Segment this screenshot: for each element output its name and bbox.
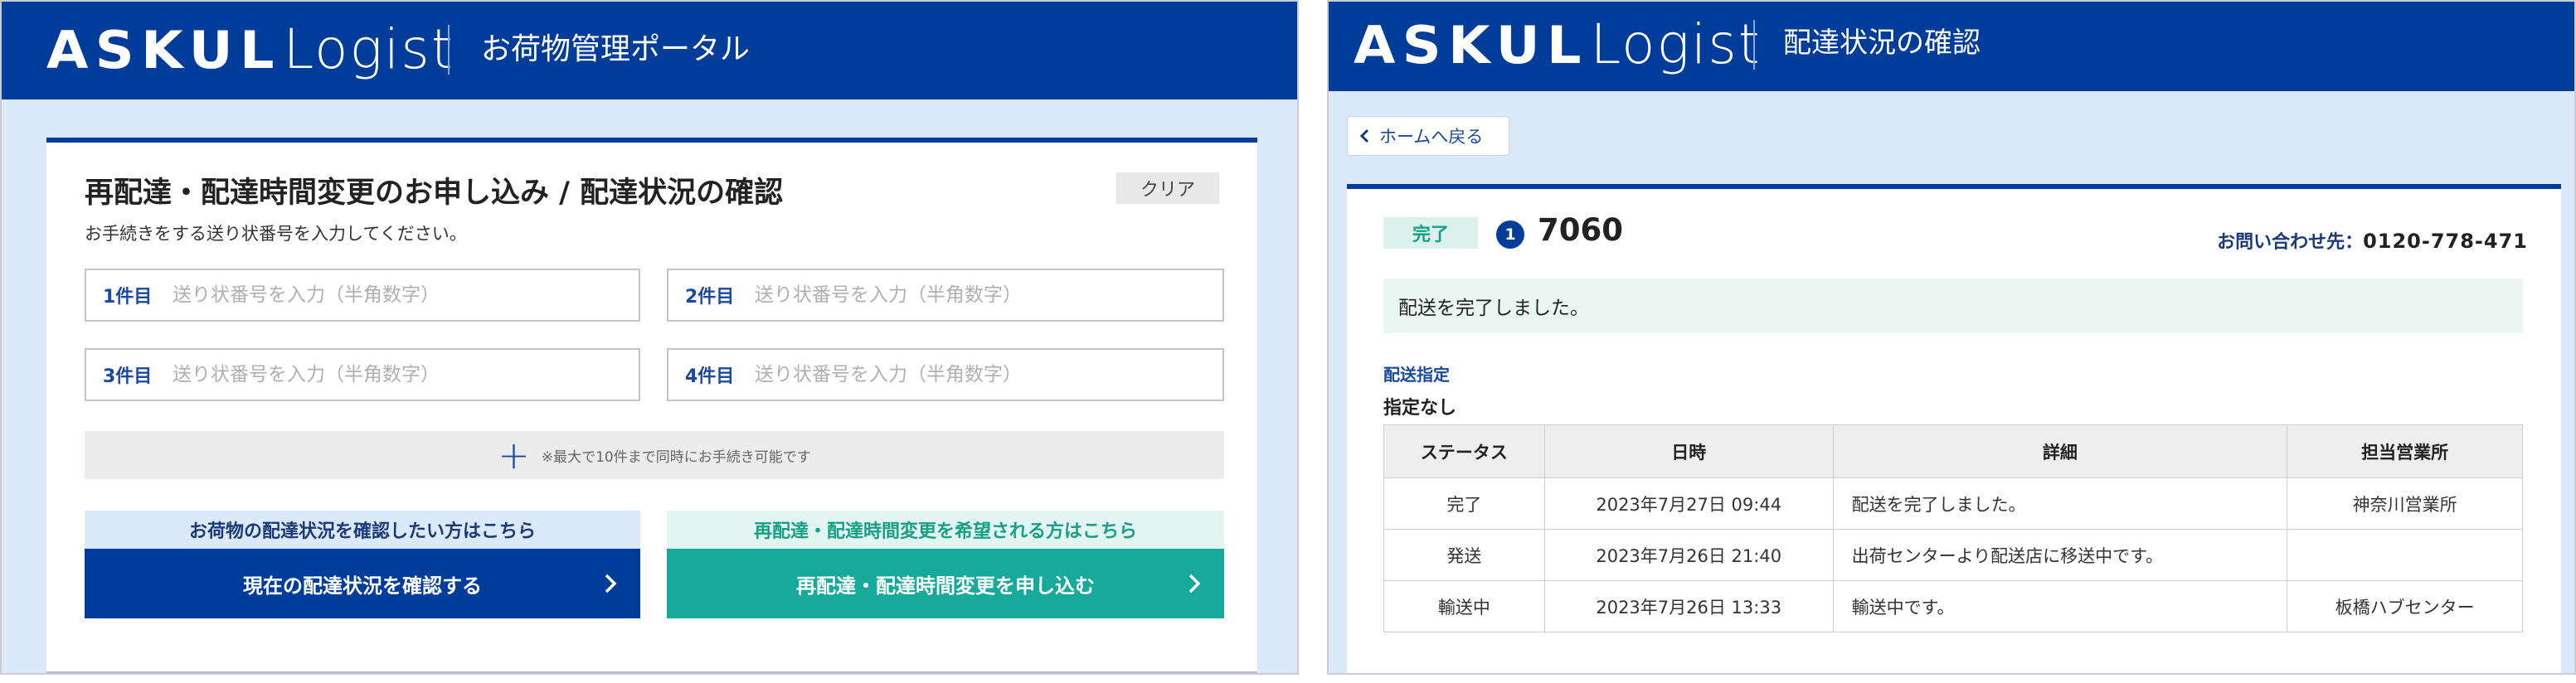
field-label-3: 3件目	[103, 366, 153, 387]
askul-logist-logo[interactable]: ASKUL Logist	[46, 17, 454, 83]
status-message: 配送を完了しました。	[1383, 279, 2523, 333]
logo-askul-text: ASKUL	[1354, 15, 1588, 75]
redeliver-cta-heading: 再配達・配達時間変更を希望される方はこちら	[667, 511, 1224, 549]
header-divider	[1753, 20, 1755, 70]
contact-phone[interactable]: 0120-778-471	[2363, 230, 2528, 253]
contact-label: お問い合わせ先：	[2217, 232, 2364, 253]
column-header: 詳細	[1832, 424, 2288, 478]
portal-home-panel: ASKUL Logist お荷物管理ポータル 再配達・配達時間変更のお申し込み …	[0, 0, 1299, 675]
column-header: 日時	[1543, 424, 1834, 478]
add-field-note: ※最大で10件まで同時にお手続き可能です	[541, 448, 811, 466]
card-bottom-rule	[46, 671, 1257, 673]
status-detail-card: 完了 1 7060 お問い合わせ先：0120-778-471 配送を完了しました…	[1347, 184, 2561, 673]
status-cell: 完了	[1383, 477, 1545, 530]
add-field-button[interactable]: + ※最大で10件まで同時にお手続き可能です	[85, 431, 1224, 479]
detail-cell: 輸送中です。	[1832, 580, 2288, 632]
logo-askul-text: ASKUL	[46, 20, 281, 80]
askul-logist-logo[interactable]: ASKUL Logist	[1354, 12, 1762, 78]
site-header: ASKUL Logist 配達状況の確認	[1329, 2, 2574, 91]
table-row: 輸送中 2023年7月26日 13:33 輸送中です。 板橋ハブセンター	[1383, 580, 2523, 632]
plus-icon: +	[498, 433, 530, 477]
tracking-field-3: 3件目	[85, 348, 640, 401]
back-label: ホームへ戻る	[1379, 127, 1484, 147]
column-header: ステータス	[1383, 424, 1545, 478]
card-top-rule	[1347, 184, 2561, 189]
item-index-badge: 1	[1496, 220, 1524, 249]
form-title: 再配達・配達時間変更のお申し込み / 配達状況の確認	[85, 177, 784, 210]
table-row: 完了 2023年7月27日 09:44 配送を完了しました。 神奈川営業所	[1383, 477, 2523, 530]
contact-info: お問い合わせ先：0120-778-471	[2217, 227, 2528, 254]
field-label-1: 1件目	[103, 287, 153, 308]
column-header: 担当営業所	[2287, 424, 2523, 478]
detail-cell: 配送を完了しました。	[1832, 477, 2288, 530]
datetime-cell: 2023年7月27日 09:44	[1543, 477, 1834, 530]
delivery-spec-label: 配送指定	[1383, 365, 1450, 385]
tracking-form-card: 再配達・配達時間変更のお申し込み / 配達状況の確認 お手続きをする送り状番号を…	[46, 138, 1257, 673]
status-badge: 完了	[1383, 217, 1478, 249]
header-title: お荷物管理ポータル	[481, 32, 751, 66]
check-status-button[interactable]: 現在の配達状況を確認する	[85, 549, 640, 618]
tracking-input-4[interactable]	[755, 364, 1186, 385]
tracking-field-1: 1件目	[85, 269, 640, 322]
field-label-2: 2件目	[685, 287, 735, 308]
form-subtitle: お手続きをする送り状番号を入力してください。	[85, 224, 467, 244]
status-cell: 輸送中	[1383, 580, 1545, 632]
tracking-input-3[interactable]	[173, 364, 604, 385]
card-top-rule	[46, 138, 1257, 143]
tracking-input-2[interactable]	[755, 284, 1186, 306]
office-cell: 板橋ハブセンター	[2287, 580, 2523, 632]
tracking-number: 7060	[1538, 212, 1623, 248]
chevron-right-icon	[1188, 574, 1201, 593]
table-header-row: ステータス 日時 詳細 担当営業所	[1383, 424, 2523, 478]
tracking-field-4: 4件目	[667, 348, 1224, 401]
tracking-input-1[interactable]	[173, 284, 604, 306]
clear-button[interactable]: クリア	[1116, 172, 1219, 204]
office-cell: 神奈川営業所	[2287, 477, 2523, 530]
chevron-left-icon	[1359, 128, 1369, 143]
site-header: ASKUL Logist お荷物管理ポータル	[2, 2, 1297, 99]
office-cell	[2287, 529, 2523, 581]
header-title: 配達状況の確認	[1783, 27, 1981, 60]
status-history-table: ステータス 日時 詳細 担当営業所 完了 2023年7月27日 09:44 配送…	[1383, 424, 2523, 632]
tracking-field-2: 2件目	[667, 269, 1224, 322]
back-to-home-button[interactable]: ホームへ戻る	[1347, 116, 1509, 156]
delivery-spec-value: 指定なし	[1383, 398, 1457, 419]
table-row: 発送 2023年7月26日 21:40 出荷センターより配送店に移送中です。	[1383, 529, 2523, 581]
redeliver-label: 再配達・配達時間変更を申し込む	[796, 574, 1095, 598]
delivery-status-panel: ASKUL Logist 配達状況の確認 ホームへ戻る 完了 1 7060 お問…	[1327, 0, 2576, 675]
header-divider	[448, 25, 450, 75]
detail-cell: 出荷センターより配送店に移送中です。	[1832, 529, 2288, 581]
logo-logist-text: Logist	[1590, 12, 1762, 76]
chevron-right-icon	[605, 574, 617, 593]
check-status-label: 現在の配達状況を確認する	[243, 574, 482, 598]
logo-logist-text: Logist	[283, 17, 454, 81]
field-label-4: 4件目	[685, 366, 735, 387]
datetime-cell: 2023年7月26日 21:40	[1543, 529, 1834, 581]
datetime-cell: 2023年7月26日 13:33	[1543, 580, 1834, 632]
status-cta-heading: お荷物の配達状況を確認したい方はこちら	[85, 511, 640, 549]
status-cell: 発送	[1383, 529, 1545, 581]
redeliver-button[interactable]: 再配達・配達時間変更を申し込む	[667, 549, 1224, 618]
